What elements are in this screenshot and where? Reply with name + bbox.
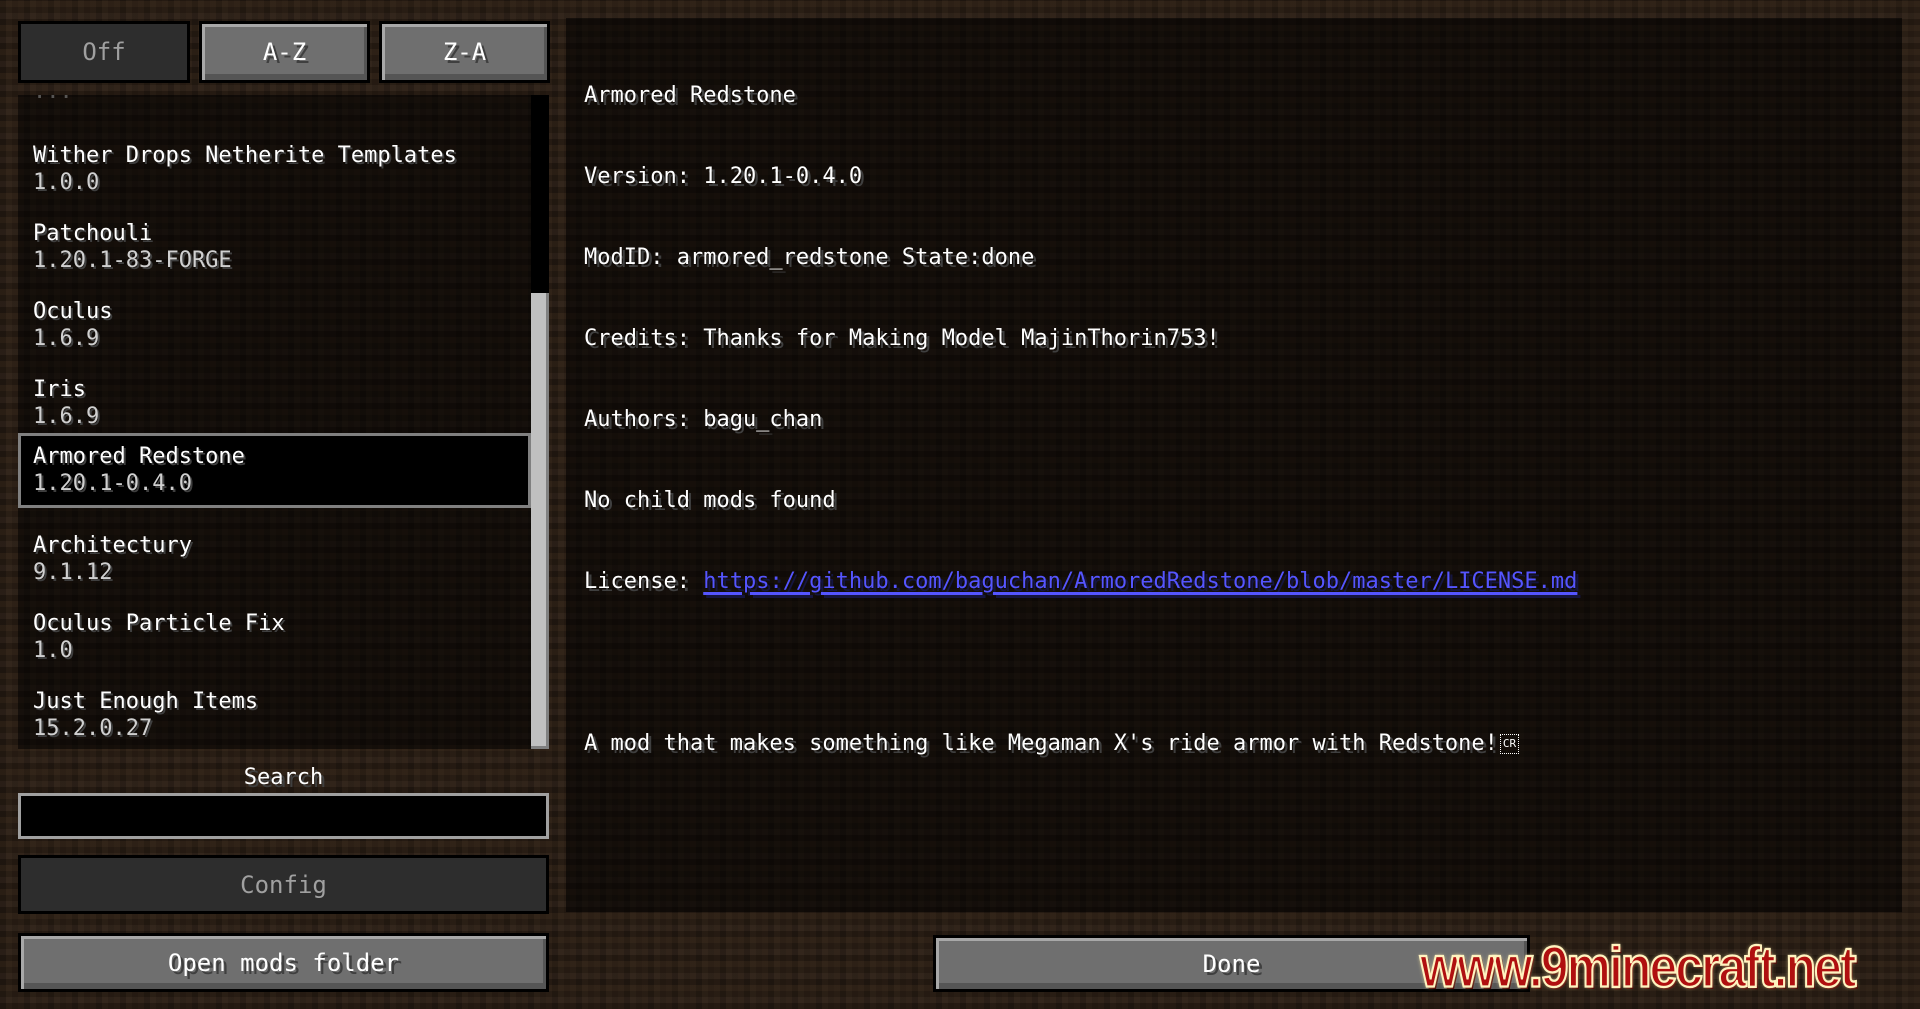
mod-version: 1.0.0 [33, 170, 100, 195]
mod-version: 9.1.12 [33, 560, 113, 585]
mod-list-item[interactable]: Wither Drops Netherite Templates 1.0.0 [18, 132, 531, 207]
config-button[interactable]: Config [18, 855, 549, 914]
mod-version: 1.0 [33, 638, 73, 663]
mod-version: 1.6.9 [33, 404, 100, 429]
scrollbar-thumb[interactable] [531, 293, 549, 749]
mod-list[interactable]: ... Wither Drops Netherite Templates 1.0… [18, 95, 549, 749]
sort-off-button[interactable]: Off [18, 21, 190, 83]
watermark-logo: www.9minecraft.net [1419, 934, 1857, 1001]
mod-version: 15.2.0.27 [33, 716, 153, 741]
mod-info-license-row: License: https://github.com/baguchan/Arm… [584, 568, 1577, 595]
mod-name: Architectury [33, 533, 192, 558]
license-link[interactable]: https://github.com/baguchan/ArmoredRedst… [703, 569, 1577, 594]
license-label: License: [584, 569, 704, 594]
mod-list-item[interactable]: Oculus Particle Fix 1.0 [18, 600, 531, 675]
partial-list-item: ... [33, 95, 73, 105]
mod-list-item[interactable]: Architectury 9.1.12 [18, 522, 531, 597]
mod-name: Just Enough Items [33, 689, 259, 714]
sort-a-z-button[interactable]: A-Z [199, 21, 370, 83]
mod-info-text: Armored Redstone Version: 1.20.1-0.4.0 M… [584, 28, 1577, 811]
mod-version: 1.20.1-0.4.0 [33, 471, 192, 496]
mod-list-item[interactable]: Iris 1.6.9 [18, 366, 531, 441]
mod-name: Armored Redstone [33, 444, 245, 469]
sort-z-a-button[interactable]: Z-A [379, 21, 550, 83]
mod-name: Iris [33, 377, 86, 402]
carriage-return-glyph-icon: CR [1499, 734, 1520, 754]
mod-name: Patchouli [33, 221, 153, 246]
mod-info-authors: Authors: bagu_chan [584, 407, 823, 432]
mod-info-credits: Credits: Thanks for Making Model MajinTh… [584, 326, 1220, 351]
scrollbar-track[interactable] [531, 95, 549, 749]
mod-list-item[interactable]: Oculus 1.6.9 [18, 288, 531, 363]
mod-list-item[interactable]: Patchouli 1.20.1-83-FORGE [18, 210, 531, 285]
mod-list-item-selected[interactable]: Armored Redstone 1.20.1-0.4.0 [18, 433, 531, 508]
mod-version: 1.6.9 [33, 326, 100, 351]
mod-info-description-row: A mod that makes something like Megaman … [584, 730, 1577, 757]
open-mods-folder-button[interactable]: Open mods folder [18, 933, 549, 992]
mod-info-version: Version: 1.20.1-0.4.0 [584, 164, 863, 189]
search-input[interactable] [18, 793, 549, 839]
mod-info-children: No child mods found [584, 488, 836, 513]
mod-info-panel: Armored Redstone Version: 1.20.1-0.4.0 M… [566, 18, 1902, 912]
mod-info-modid: ModID: armored_redstone State:done [584, 245, 1035, 270]
mod-version: 1.20.1-83-FORGE [33, 248, 232, 273]
mod-info-name: Armored Redstone [584, 83, 796, 108]
mod-name: Wither Drops Netherite Templates [33, 143, 457, 168]
mod-description: A mod that makes something like Megaman … [584, 731, 1498, 756]
mod-name: Oculus Particle Fix [33, 611, 285, 636]
mod-list-item[interactable]: Just Enough Items 15.2.0.27 [18, 678, 531, 749]
mod-name: Oculus [33, 299, 113, 324]
search-label: Search [243, 765, 324, 790]
